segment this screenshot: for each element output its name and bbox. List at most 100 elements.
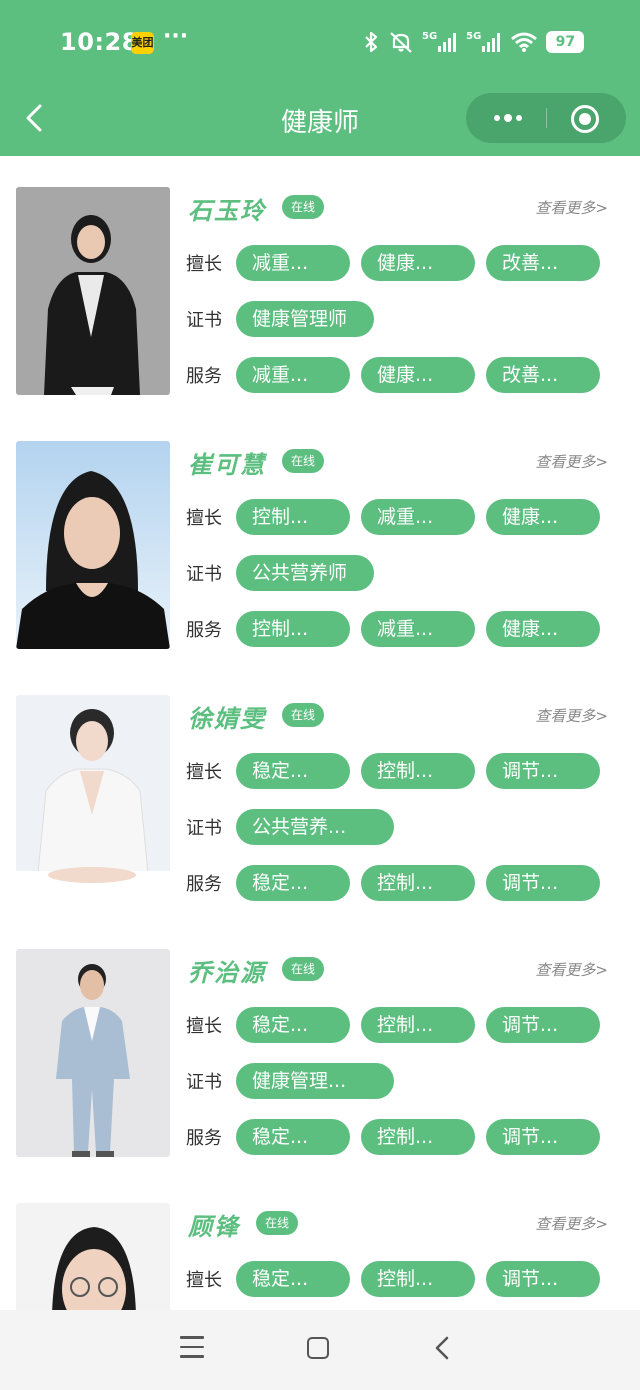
system-icons: 5G 5G 97 — [362, 30, 585, 54]
expert-photo — [16, 187, 170, 395]
expertise-tag[interactable]: 控制... — [361, 1007, 475, 1043]
signal-5g-icon: 5G — [422, 31, 458, 53]
expert-photo — [16, 441, 170, 649]
expert-photo — [16, 695, 170, 903]
online-badge: 在线 — [282, 957, 325, 981]
service-row: 服务 稳定... 控制... 调节... — [186, 865, 611, 901]
expertise-tag[interactable]: 健康... — [486, 499, 600, 535]
expert-name: 顾锋 — [188, 1213, 240, 1241]
wifi-icon — [511, 32, 538, 52]
expert-name: 乔治源 — [188, 959, 266, 987]
service-tag[interactable]: 减重... — [361, 611, 475, 647]
bluetooth-icon — [365, 31, 378, 53]
see-more-link[interactable]: 查看更多> — [535, 197, 608, 218]
certificate-tag[interactable]: 健康管理师 — [236, 301, 374, 337]
app-header: 10:28 美团 ··· 5G 5G 97 健康师 — [0, 0, 640, 156]
expert-card[interactable]: 顾锋 在线 查看更多> 擅长 稳定... 控制... 调节... — [16, 1203, 624, 1310]
service-tag[interactable]: 改善... — [486, 357, 600, 393]
certificate-tag[interactable]: 公共营养师 — [236, 555, 374, 591]
status-bar: 10:28 美团 ··· 5G 5G 97 — [0, 0, 640, 86]
service-tag[interactable]: 控制... — [361, 1119, 475, 1155]
service-row: 服务 控制... 减重... 健康... — [186, 611, 611, 647]
expertise-label: 擅长 — [186, 508, 222, 529]
service-tag[interactable]: 控制... — [236, 611, 350, 647]
system-back-button[interactable] — [432, 1334, 452, 1362]
miniapp-capsule — [466, 93, 626, 143]
see-more-link[interactable]: 查看更多> — [535, 451, 608, 472]
expert-name: 崔可慧 — [188, 451, 266, 479]
service-tag[interactable]: 控制... — [361, 865, 475, 901]
service-label: 服务 — [186, 620, 222, 641]
expert-list: 石玉玲 在线 查看更多> 擅长 减重... 健康... 改善... 证书 健康管… — [0, 156, 640, 1310]
service-row: 服务 减重... 健康... 改善... — [186, 357, 611, 393]
expertise-label: 擅长 — [186, 1270, 222, 1291]
expert-card[interactable]: 徐婧雯 在线 查看更多> 擅长 稳定... 控制... 调节... 证书 公共营… — [16, 695, 624, 905]
expert-name: 石玉玲 — [188, 197, 266, 225]
service-tag[interactable]: 健康... — [361, 357, 475, 393]
expert-card[interactable]: 石玉玲 在线 查看更多> 擅长 减重... 健康... 改善... 证书 健康管… — [16, 187, 624, 397]
expertise-tag[interactable]: 调节... — [486, 1007, 600, 1043]
expertise-row: 擅长 稳定... 控制... 调节... — [186, 1007, 611, 1043]
online-badge: 在线 — [282, 195, 325, 219]
expertise-tag[interactable]: 稳定... — [236, 1007, 350, 1043]
expertise-tag[interactable]: 控制... — [361, 1261, 475, 1297]
expert-photo — [16, 1203, 170, 1310]
expertise-row: 擅长 稳定... 控制... 调节... — [186, 753, 611, 789]
service-label: 服务 — [186, 874, 222, 895]
service-tag[interactable]: 稳定... — [236, 865, 350, 901]
expert-photo — [16, 949, 170, 1157]
expertise-row: 擅长 减重... 健康... 改善... — [186, 245, 611, 281]
certificate-row: 证书 健康管理... — [186, 1063, 405, 1099]
status-time: 10:28 — [60, 28, 139, 56]
service-row: 服务 稳定... 控制... 调节... — [186, 1119, 611, 1155]
expertise-tag[interactable]: 减重... — [236, 245, 350, 281]
certificate-tag[interactable]: 公共营养... — [236, 809, 394, 845]
see-more-link[interactable]: 查看更多> — [535, 1213, 608, 1234]
online-badge: 在线 — [256, 1211, 299, 1235]
expert-name: 徐婧雯 — [188, 705, 266, 733]
certificate-row: 证书 公共营养... — [186, 809, 405, 845]
expertise-tag[interactable]: 控制... — [361, 753, 475, 789]
recent-apps-button[interactable] — [180, 1336, 204, 1360]
service-tag[interactable]: 减重... — [236, 357, 350, 393]
mute-bell-icon — [390, 32, 412, 53]
expertise-tag[interactable]: 稳定... — [236, 753, 350, 789]
more-options-button[interactable] — [488, 93, 528, 143]
expert-card[interactable]: 乔治源 在线 查看更多> 擅长 稳定... 控制... 调节... 证书 健康管… — [16, 949, 624, 1159]
expertise-tag[interactable]: 控制... — [236, 499, 350, 535]
see-more-link[interactable]: 查看更多> — [535, 705, 608, 726]
certificate-row: 证书 公共营养师 — [186, 555, 385, 591]
see-more-link[interactable]: 查看更多> — [535, 959, 608, 980]
expert-card[interactable]: 崔可慧 在线 查看更多> 擅长 控制... 减重... 健康... 证书 公共营… — [16, 441, 624, 651]
expertise-label: 擅长 — [186, 762, 222, 783]
certificate-label: 证书 — [186, 818, 222, 839]
certificate-tag[interactable]: 健康管理... — [236, 1063, 394, 1099]
expertise-tag[interactable]: 调节... — [486, 753, 600, 789]
service-tag[interactable]: 调节... — [486, 1119, 600, 1155]
expertise-row: 擅长 控制... 减重... 健康... — [186, 499, 611, 535]
service-label: 服务 — [186, 366, 222, 387]
certificate-label: 证书 — [186, 1072, 222, 1093]
expertise-tag[interactable]: 健康... — [361, 245, 475, 281]
more-notifications-icon: ··· — [163, 24, 189, 49]
service-tag[interactable]: 调节... — [486, 865, 600, 901]
online-badge: 在线 — [282, 703, 325, 727]
close-miniapp-button[interactable] — [571, 105, 599, 133]
signal-5g-icon-2: 5G — [466, 31, 502, 53]
expertise-tag[interactable]: 减重... — [361, 499, 475, 535]
expertise-row: 擅长 稳定... 控制... 调节... — [186, 1261, 611, 1297]
certificate-label: 证书 — [186, 310, 222, 331]
home-button[interactable] — [307, 1337, 329, 1359]
battery-icon: 97 — [546, 31, 585, 53]
capsule-divider — [546, 108, 547, 128]
expertise-label: 擅长 — [186, 254, 222, 275]
expertise-tag[interactable]: 改善... — [486, 245, 600, 281]
online-badge: 在线 — [282, 449, 325, 473]
service-label: 服务 — [186, 1128, 222, 1149]
service-tag[interactable]: 健康... — [486, 611, 600, 647]
service-tag[interactable]: 稳定... — [236, 1119, 350, 1155]
expertise-tag[interactable]: 调节... — [486, 1261, 600, 1297]
certificate-row: 证书 健康管理师 — [186, 301, 385, 337]
expertise-tag[interactable]: 稳定... — [236, 1261, 350, 1297]
expertise-label: 擅长 — [186, 1016, 222, 1037]
